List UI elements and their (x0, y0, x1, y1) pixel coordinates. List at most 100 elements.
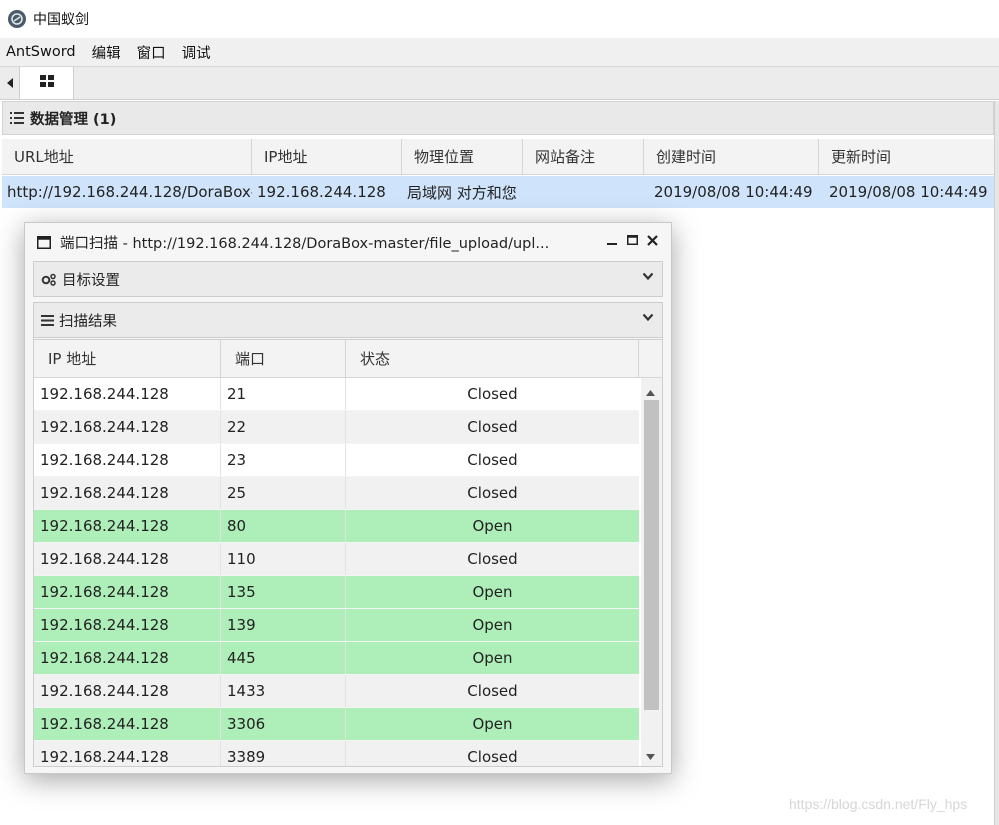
cell-port: 22 (221, 411, 346, 443)
table-row[interactable]: 192.168.244.128 135 Open (34, 576, 639, 609)
close-icon[interactable] (645, 233, 659, 247)
table-row[interactable]: http://192.168.244.128/DoraBox-r 192.168… (2, 176, 994, 208)
cell-port: 80 (221, 510, 346, 542)
table-row[interactable]: 192.168.244.128 139 Open (34, 609, 639, 642)
scan-rows: 192.168.244.128 21 Closed 192.168.244.128 22… (34, 378, 639, 766)
cell-ip-address: 192.168.244.128 (34, 708, 221, 740)
menu-debug[interactable]: 调试 (182, 42, 211, 63)
table-row[interactable]: 192.168.244.128 23 Closed (34, 444, 639, 477)
cell-ip-address: 192.168.244.128 (34, 543, 221, 575)
scan-scrollbar[interactable] (641, 378, 662, 766)
dialog-window-controls (605, 233, 659, 247)
scroll-left-icon (6, 74, 13, 92)
scan-results-label: 扫描结果 (59, 313, 117, 330)
cell-port: 3389 (221, 741, 346, 766)
table-row[interactable]: 192.168.244.128 1433 Closed (34, 675, 639, 708)
target-settings-label: 目标设置 (62, 272, 120, 289)
panel-title: 数据管理 (1) (30, 111, 117, 128)
scrollbar-thumb[interactable] (644, 400, 659, 710)
watermark: https://blog.csdn.net/Fly_hps (789, 796, 968, 812)
cell-status: Closed (467, 550, 518, 568)
menu-edit[interactable]: 编辑 (92, 42, 121, 63)
cell-port: 139 (221, 609, 346, 641)
cell-created: 2019/08/08 10:44:49 (654, 183, 813, 201)
table-row[interactable]: 192.168.244.128 3389 Closed (34, 741, 639, 766)
tab-home[interactable] (20, 67, 74, 99)
cell-ip: 192.168.244.128 (257, 183, 386, 201)
menu-bar: AntSword 编辑 窗口 调试 (0, 38, 999, 66)
cell-note (523, 176, 644, 208)
shell-table-header: URL地址 IP地址 物理位置 网站备注 创建时间 更新时间 (2, 139, 994, 175)
gears-icon (41, 273, 57, 286)
data-management-header: 数据管理 (1) (2, 101, 994, 135)
window-icon (37, 235, 51, 249)
cell-port: 23 (221, 444, 346, 476)
port-scan-dialog: 端口扫描 - http://192.168.244.128/DoraBox-ma… (24, 222, 672, 774)
table-row[interactable]: 192.168.244.128 110 Closed (34, 543, 639, 576)
column-note[interactable]: 网站备注 (523, 139, 644, 174)
column-status[interactable]: 状态 (346, 340, 639, 377)
cell-status: Closed (467, 484, 518, 502)
cell-status: Closed (467, 451, 518, 469)
menu-antsword[interactable]: AntSword (6, 44, 76, 60)
column-updated[interactable]: 更新时间 (819, 139, 994, 174)
target-settings-section[interactable]: 目标设置 (33, 261, 663, 297)
cell-ip-address: 192.168.244.128 (34, 444, 221, 476)
table-row[interactable]: 192.168.244.128 22 Closed (34, 411, 639, 444)
list-icon (41, 314, 54, 326)
table-row[interactable]: 192.168.244.128 3306 Open (34, 708, 639, 741)
chevron-down-icon[interactable] (642, 313, 654, 322)
cell-ip-address: 192.168.244.128 (34, 510, 221, 542)
cell-status: Open (472, 517, 513, 535)
cell-updated: 2019/08/08 10:44:49 (829, 183, 988, 201)
dialog-title: 端口扫描 - http://192.168.244.128/DoraBox-ma… (60, 235, 550, 252)
cell-ip-address: 192.168.244.128 (34, 411, 221, 443)
antsword-logo-icon (8, 10, 26, 28)
cell-status: Open (472, 649, 513, 667)
cell-status: Open (472, 715, 513, 733)
cell-ip-address: 192.168.244.128 (34, 675, 221, 707)
cell-status: Closed (467, 418, 518, 436)
cell-location: 局域网 对方和您 (407, 183, 517, 202)
cell-status: Closed (467, 748, 518, 766)
dialog-titlebar[interactable]: 端口扫描 - http://192.168.244.128/DoraBox-ma… (25, 223, 671, 261)
column-location[interactable]: 物理位置 (402, 139, 523, 174)
cell-ip-address: 192.168.244.128 (34, 741, 221, 766)
table-row[interactable]: 192.168.244.128 445 Open (34, 642, 639, 675)
column-ip[interactable]: IP地址 (252, 139, 402, 174)
cell-url: http://192.168.244.128/DoraBox-r (7, 183, 252, 201)
cell-status: Open (472, 583, 513, 601)
cell-port: 445 (221, 642, 346, 674)
maximize-icon[interactable] (625, 233, 639, 247)
panel-scrollbar[interactable] (994, 101, 999, 825)
scroll-up-icon[interactable] (646, 382, 655, 400)
tab-bar (0, 66, 999, 100)
menu-window[interactable]: 窗口 (137, 42, 166, 63)
scan-results-table: IP 地址 端口 状态 192.168.244.128 21 Closed 192.1… (33, 339, 663, 767)
column-ip-address[interactable]: IP 地址 (34, 340, 221, 377)
cell-status: Closed (467, 385, 518, 403)
column-url[interactable]: URL地址 (2, 139, 252, 174)
cell-ip-address: 192.168.244.128 (34, 609, 221, 641)
table-row[interactable]: 192.168.244.128 21 Closed (34, 378, 639, 411)
cell-ip-address: 192.168.244.128 (34, 477, 221, 509)
tab-scroll-left-button[interactable] (0, 67, 20, 99)
cell-port: 25 (221, 477, 346, 509)
list-icon (10, 112, 24, 124)
cell-port: 135 (221, 576, 346, 608)
cell-port: 21 (221, 378, 346, 410)
scroll-down-icon[interactable] (646, 746, 655, 764)
column-port[interactable]: 端口 (221, 340, 346, 377)
cell-ip-address: 192.168.244.128 (34, 642, 221, 674)
column-created[interactable]: 创建时间 (644, 139, 819, 174)
scan-results-section[interactable]: 扫描结果 (33, 302, 663, 338)
chevron-down-icon[interactable] (642, 272, 654, 281)
cell-ip-address: 192.168.244.128 (34, 576, 221, 608)
minimize-icon[interactable] (605, 233, 619, 247)
table-row[interactable]: 192.168.244.128 25 Closed (34, 477, 639, 510)
scan-table-header: IP 地址 端口 状态 (34, 340, 662, 378)
table-row[interactable]: 192.168.244.128 80 Open (34, 510, 639, 543)
cell-port: 1433 (221, 675, 346, 707)
cell-status: Open (472, 616, 513, 634)
cell-status: Closed (467, 682, 518, 700)
